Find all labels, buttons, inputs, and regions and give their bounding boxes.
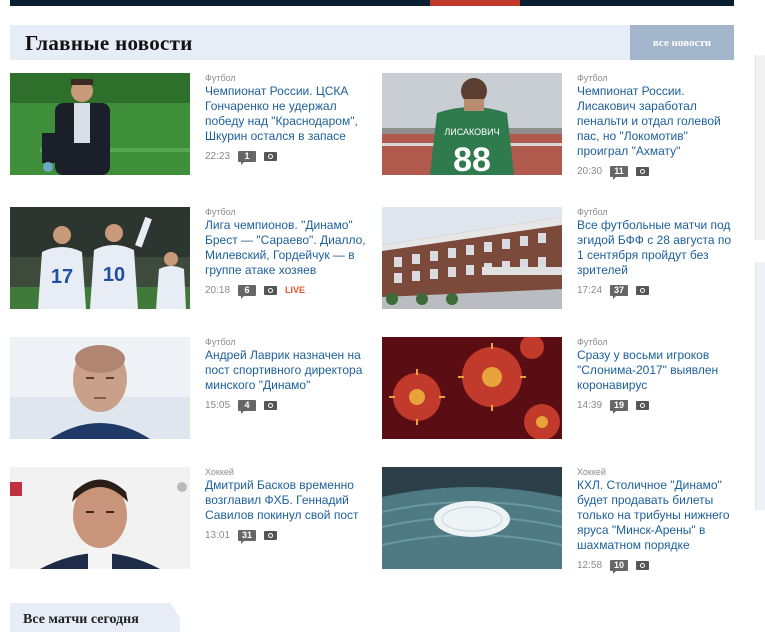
news-time: 22:23: [205, 150, 231, 162]
top-banner[interactable]: [10, 0, 734, 6]
news-time: 14:39: [577, 399, 603, 411]
news-title-link[interactable]: Чемпионат России. ЦСКА Гончаренко не уде…: [205, 84, 367, 144]
all-matches-label: Все матчи сегодня: [23, 612, 139, 627]
news-item: ЛИСАКОВИЧ 88 Футбол Чемпионат России. Ли…: [382, 73, 734, 183]
news-category: Хоккей: [577, 467, 606, 477]
coronavirus-photo[interactable]: [382, 337, 562, 439]
all-matches-tab[interactable]: Все матчи сегодня: [10, 603, 180, 632]
players-photo[interactable]: 17 10: [10, 207, 190, 309]
comment-count-badge[interactable]: 6: [238, 284, 257, 299]
news-category: Футбол: [205, 207, 236, 217]
all-news-button[interactable]: все новости: [630, 25, 734, 60]
side-panel: [755, 55, 765, 240]
section-header: Главные новости все новости: [10, 25, 734, 60]
news-item: Футбол Сразу у восьми игроков "Слонима-2…: [382, 337, 734, 447]
player-88-photo[interactable]: ЛИСАКОВИЧ 88: [382, 73, 562, 175]
lavrik-photo[interactable]: [10, 337, 190, 439]
news-time: 20:30: [577, 165, 603, 177]
camera-icon: [636, 400, 650, 410]
comment-count-badge[interactable]: 1: [238, 150, 257, 165]
news-title-link[interactable]: КХЛ. Столичное "Динамо" будет продавать …: [577, 478, 739, 553]
news-time: 12:58: [577, 559, 603, 571]
news-item: 17 10 Футбол Лига чемпионов. "Динамо" Бр…: [10, 207, 366, 317]
news-title-link[interactable]: Чемпионат России. Лисакович заработал пе…: [577, 84, 739, 159]
comment-count-badge[interactable]: 37: [610, 284, 629, 299]
camera-icon: [636, 166, 650, 176]
news-title-link[interactable]: Сразу у восьми игроков "Слонима-2017" вы…: [577, 348, 739, 393]
news-title-link[interactable]: Все футбольные матчи под эгидой БФФ с 28…: [577, 218, 739, 278]
live-badge: LIVE: [285, 285, 306, 295]
news-item: Футбол Чемпионат России. ЦСКА Гончаренко…: [10, 73, 362, 183]
section-title: Главные новости: [25, 31, 193, 55]
news-title-link[interactable]: Дмитрий Басков временно возглавил ФХБ. Г…: [205, 478, 367, 523]
stadium-building-photo[interactable]: [382, 207, 562, 309]
camera-icon: [264, 285, 278, 295]
svg-text:10: 10: [103, 264, 125, 286]
news-category: Футбол: [205, 73, 236, 83]
camera-icon: [636, 560, 650, 570]
news-item: Футбол Все футбольные матчи под эгидой Б…: [382, 207, 734, 317]
camera-icon: [264, 400, 278, 410]
side-panel-secondary: [755, 262, 765, 510]
svg-text:ЛИСАКОВИЧ: ЛИСАКОВИЧ: [444, 127, 499, 137]
news-time: 20:18: [205, 284, 231, 296]
news-time: 15:05: [205, 399, 231, 411]
news-category: Футбол: [577, 207, 608, 217]
news-time: 17:24: [577, 284, 603, 296]
comment-count-badge[interactable]: 4: [238, 399, 257, 414]
comment-count-badge[interactable]: 11: [610, 165, 629, 180]
comment-count-badge[interactable]: 19: [610, 399, 629, 414]
news-time: 13:01: [205, 529, 231, 541]
banner-accent: [430, 0, 520, 6]
arena-photo[interactable]: [382, 467, 562, 569]
news-category: Футбол: [577, 73, 608, 83]
coach-photo[interactable]: [10, 73, 190, 175]
camera-icon: [636, 285, 650, 295]
news-title-link[interactable]: Лига чемпионов. "Динамо" Брест — "Сараев…: [205, 218, 367, 278]
news-category: Хоккей: [205, 467, 234, 477]
baskov-photo[interactable]: [10, 467, 190, 569]
news-item: Футбол Андрей Лаврик назначен на пост сп…: [10, 337, 362, 447]
news-item: Хоккей КХЛ. Столичное "Динамо" будет про…: [382, 467, 734, 577]
camera-icon: [264, 151, 278, 161]
comment-count-badge[interactable]: 10: [610, 559, 629, 574]
news-category: Футбол: [205, 337, 236, 347]
news-item: Хоккей Дмитрий Басков временно возглавил…: [10, 467, 362, 577]
news-category: Футбол: [577, 337, 608, 347]
svg-text:17: 17: [51, 266, 73, 288]
svg-text:88: 88: [453, 141, 491, 175]
news-title-link[interactable]: Андрей Лаврик назначен на пост спортивно…: [205, 348, 367, 393]
comment-count-badge[interactable]: 31: [238, 529, 257, 544]
camera-icon: [264, 530, 278, 540]
